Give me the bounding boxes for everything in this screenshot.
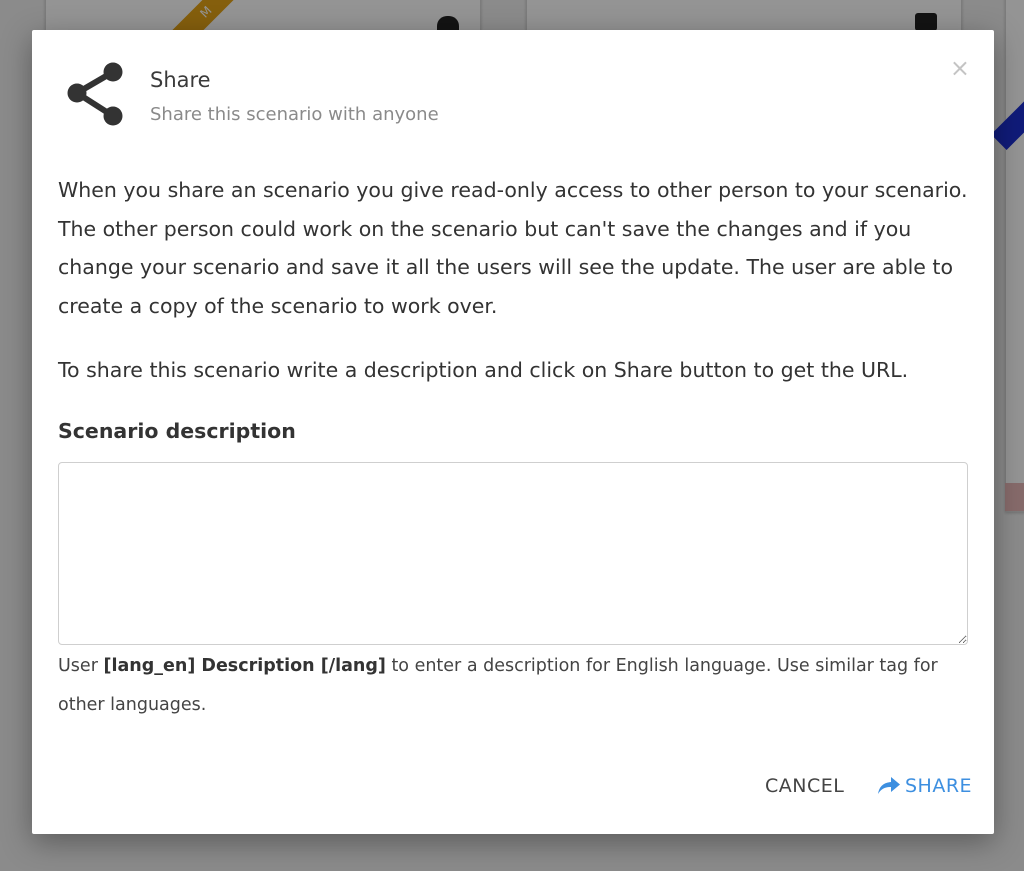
scenario-description-input[interactable] [58, 462, 968, 645]
share-icon [67, 62, 123, 126]
scenario-description-label: Scenario description [58, 419, 296, 443]
help-text-tag: [lang_en] Description [/lang] [103, 656, 386, 676]
reply-arrow-icon [878, 777, 900, 794]
share-button[interactable]: SHARE [877, 775, 972, 797]
close-icon[interactable]: × [950, 56, 970, 80]
instruction-paragraph: To share this scenario write a descripti… [58, 358, 909, 382]
help-text-prefix: User [58, 656, 104, 676]
share-button-label: SHARE [905, 775, 973, 797]
description-paragraph: When you share an scenario you give read… [58, 178, 968, 318]
share-dialog: Share Share this scenario with anyone × … [32, 30, 994, 834]
help-text: User [lang_en] Description [/lang] to en… [58, 647, 968, 725]
cancel-button[interactable]: CANCEL [765, 775, 844, 797]
dialog-subtitle: Share this scenario with anyone [150, 104, 439, 125]
dialog-title: Share [150, 68, 211, 92]
